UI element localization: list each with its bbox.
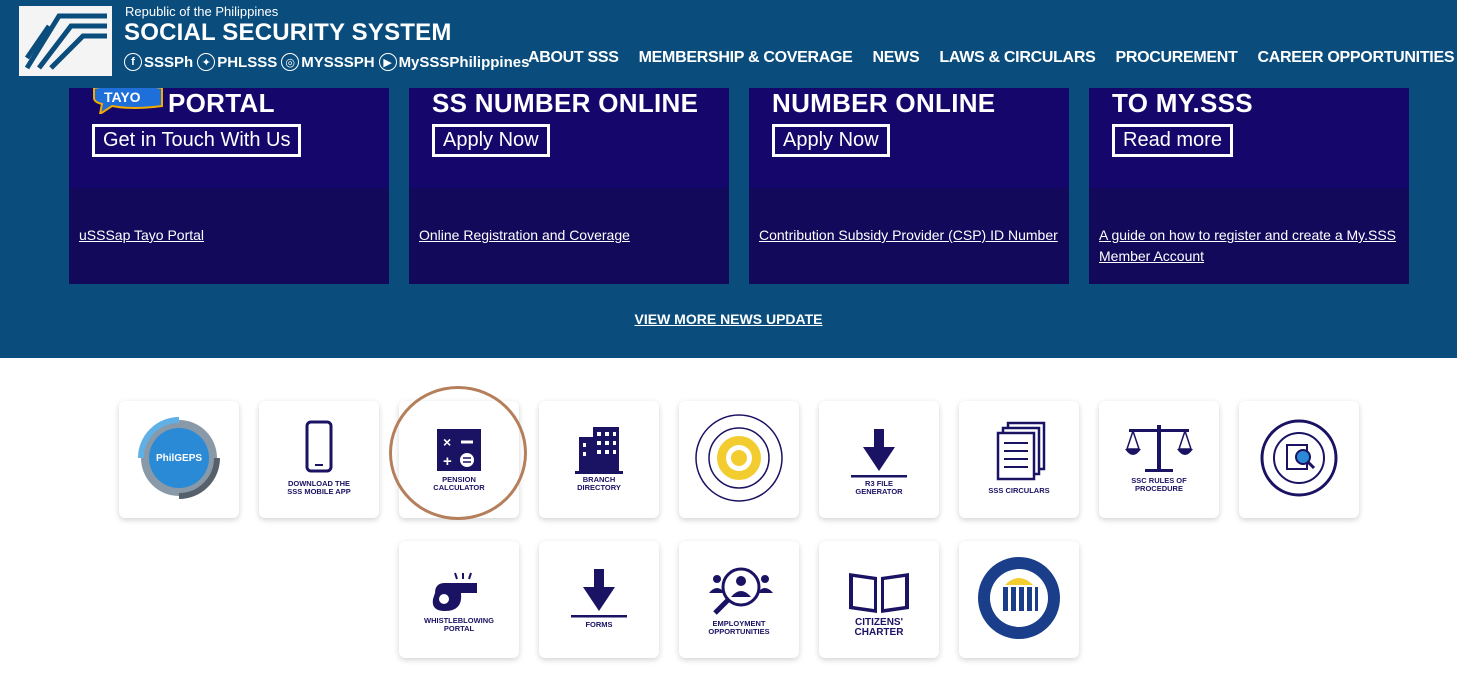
scales-icon <box>1125 425 1193 472</box>
tile-label: CITIZENS' CHARTER <box>854 617 904 638</box>
apply-now-button[interactable]: Apply Now <box>772 124 890 157</box>
view-more-wrapper: VIEW MORE NEWS UPDATE <box>0 311 1457 329</box>
nav-membership[interactable]: MEMBERSHIP & COVERAGE <box>639 49 853 67</box>
get-in-touch-button[interactable]: Get in Touch With Us <box>92 124 302 157</box>
tile-pension-calculator[interactable]: × + PENSION CALCULATOR <box>399 401 519 518</box>
nav-procurement[interactable]: PROCUREMENT <box>1115 49 1237 67</box>
social-facebook[interactable]: f SSSPh <box>124 53 193 71</box>
mobile-phone-icon <box>305 420 333 473</box>
youtube-icon: ▶ <box>378 53 397 71</box>
sss-logo[interactable] <box>19 6 112 76</box>
employment-search-icon <box>709 567 773 615</box>
sss-logo-icon <box>24 13 107 70</box>
tile-mobile-app[interactable]: DOWNLOAD THE SSS MOBILE APP <box>259 401 379 518</box>
tile-employment[interactable]: EMPLOYMENT OPPORTUNITIES <box>679 541 799 658</box>
social-twitter[interactable]: ✦ PHLSSS <box>197 53 277 71</box>
tile-label: R3 FILE GENERATOR <box>855 479 903 496</box>
tile-label: BRANCH DIRECTORY <box>577 475 621 492</box>
tile-whistleblowing[interactable]: WHISTLEBLOWING PORTAL <box>399 541 519 658</box>
tile-philgeps[interactable]: PhilGEPS <box>119 401 239 518</box>
tayo-badge-icon: TAYO <box>93 88 163 114</box>
card-link[interactable]: Online Registration and Coverage <box>419 225 724 246</box>
card-heading: TO MY.SSS <box>1112 88 1253 118</box>
tile-citizens-charter[interactable]: CITIZENS' CHARTER <box>819 541 939 658</box>
foi-seal-icon <box>1260 419 1338 497</box>
tile-branch-directory[interactable]: BRANCH DIRECTORY <box>539 401 659 518</box>
nav-news[interactable]: NEWS <box>873 49 920 67</box>
nav-laws[interactable]: LAWS & CIRCULARS <box>939 49 1095 67</box>
social-links: f SSSPh ✦ PHLSSS ◎ MYSSSPH ▶ MySSSPhilippine… <box>124 53 533 71</box>
philgeps-icon: PhilGEPS <box>138 417 220 499</box>
building-icon <box>575 427 623 474</box>
republic-label: Republic of the Philippines <box>125 4 279 19</box>
apply-now-button[interactable]: Apply Now <box>432 124 550 157</box>
twitter-icon: ✦ <box>197 53 216 71</box>
tile-r3-file-generator[interactable]: R3 FILE GENERATOR <box>819 401 939 518</box>
news-card-ss-number: SS NUMBER ONLINE Apply Now Online Regist… <box>409 88 729 284</box>
tile-label: EMPLOYMENT OPPORTUNITIES <box>708 619 770 636</box>
social-instagram[interactable]: ◎ MYSSSPH <box>281 53 375 71</box>
tile-ssc-rules[interactable]: SSC RULES OF PROCEDURE <box>1099 401 1219 518</box>
view-more-news-link[interactable]: VIEW MORE NEWS UPDATE <box>635 311 823 327</box>
tile-label: DOWNLOAD THE SSS MOBILE APP <box>287 479 351 496</box>
nav-about[interactable]: ABOUT SSS <box>528 49 619 67</box>
card-heading: PORTAL <box>168 88 275 118</box>
tile-freedom-of-information[interactable] <box>1239 401 1359 518</box>
main-nav: ABOUT SSS MEMBERSHIP & COVERAGE NEWS LAW… <box>528 49 1457 67</box>
whistle-icon <box>432 572 477 611</box>
nav-careers[interactable]: CAREER OPPORTUNITIES <box>1258 49 1455 67</box>
news-card-mysss: TO MY.SSS Read more A guide on how to re… <box>1089 88 1409 284</box>
read-more-button[interactable]: Read more <box>1112 124 1233 157</box>
news-card-tayo: TAYO PORTAL Get in Touch With Us uSSSap … <box>69 88 389 284</box>
open-book-icon <box>849 573 909 613</box>
download-forms-icon <box>571 569 627 618</box>
tile-label: FORMS <box>585 620 613 629</box>
documents-icon <box>996 421 1046 481</box>
download-icon <box>851 429 907 478</box>
site-title: SOCIAL SECURITY SYSTEM <box>124 19 452 46</box>
tile-label: PENSION CALCULATOR <box>433 475 485 492</box>
tile-label: SSS CIRCULARS <box>988 486 1050 495</box>
calculator-icon: × + <box>437 429 481 471</box>
tile-forms[interactable]: FORMS <box>539 541 659 658</box>
card-link[interactable]: Contribution Subsidy Provider (CSP) ID N… <box>759 225 1064 246</box>
card-link[interactable]: A guide on how to register and create a … <box>1099 225 1404 267</box>
tile-sss-circulars[interactable]: SSS CIRCULARS <box>959 401 1079 518</box>
transparency-seal-icon <box>695 414 783 502</box>
social-youtube[interactable]: ▶ MySSSPhilippines <box>378 53 529 71</box>
site-header: Republic of the Philippines SOCIAL SECUR… <box>0 0 1457 88</box>
card-heading: NUMBER ONLINE <box>772 88 996 118</box>
tile-corporate-governance[interactable] <box>959 541 1079 658</box>
tile-label: WHISTLEBLOWING PORTAL <box>424 616 494 633</box>
card-link[interactable]: uSSSap Tayo Portal <box>79 225 384 246</box>
corporate-governance-seal-icon <box>978 557 1060 639</box>
tile-transparency-seal[interactable] <box>679 401 799 518</box>
instagram-icon: ◎ <box>281 53 300 71</box>
svg-text:TAYO: TAYO <box>104 89 141 105</box>
card-heading: SS NUMBER ONLINE <box>432 88 699 118</box>
tile-label: SSC RULES OF PROCEDURE <box>1131 476 1187 493</box>
facebook-icon: f <box>124 53 142 71</box>
news-card-csp: NUMBER ONLINE Apply Now Contribution Sub… <box>749 88 1069 284</box>
svg-text:+: + <box>443 453 452 470</box>
svg-text:PhilGEPS: PhilGEPS <box>156 453 202 464</box>
svg-text:×: × <box>443 434 451 450</box>
